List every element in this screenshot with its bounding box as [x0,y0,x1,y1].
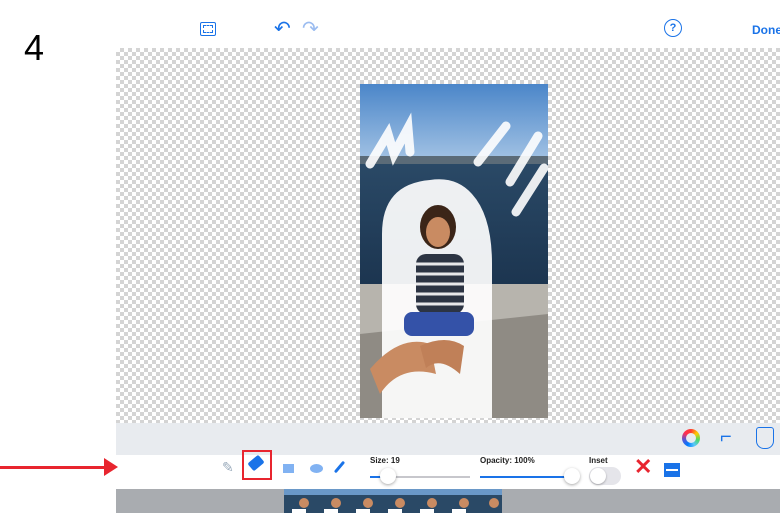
delete-icon[interactable]: ✕ [634,456,652,478]
done-button[interactable]: Done [752,23,780,37]
pencil-icon[interactable]: ✎ [222,459,234,476]
mask-icon[interactable] [756,427,774,449]
arrow-head-icon [104,458,118,476]
filmstrip[interactable] [116,489,780,513]
opacity-label: Opacity: 100% [480,456,535,465]
step-number: 4 [24,27,45,68]
annotation-arrow [0,466,108,469]
top-toolbar: ↶ ↷ ? Done [116,16,780,48]
settings-row [116,455,780,487]
help-icon[interactable]: ? [664,19,682,37]
crop-icon[interactable]: ⌐ [720,426,732,449]
photo [360,84,548,418]
opacity-slider-thumb[interactable] [564,468,580,484]
inset-toggle[interactable] [589,467,621,485]
color-wheel-icon[interactable] [682,429,700,447]
size-label: Size: 19 [370,456,400,465]
undo-icon[interactable]: ↶ [274,16,291,41]
inset-label: Inset [589,456,608,465]
rectangle-icon[interactable] [283,464,294,473]
opacity-slider-fill [480,476,572,478]
editing-canvas[interactable] [116,48,780,423]
size-slider-thumb[interactable] [380,468,396,484]
ellipse-icon[interactable] [310,464,323,473]
inset-toggle-knob [590,468,606,484]
fullscreen-icon[interactable] [200,22,216,36]
filmstrip-photos[interactable] [284,489,502,513]
tool-row: ⌐ [116,423,780,455]
redo-icon[interactable]: ↷ [302,16,319,41]
layer-icon[interactable] [664,463,680,477]
